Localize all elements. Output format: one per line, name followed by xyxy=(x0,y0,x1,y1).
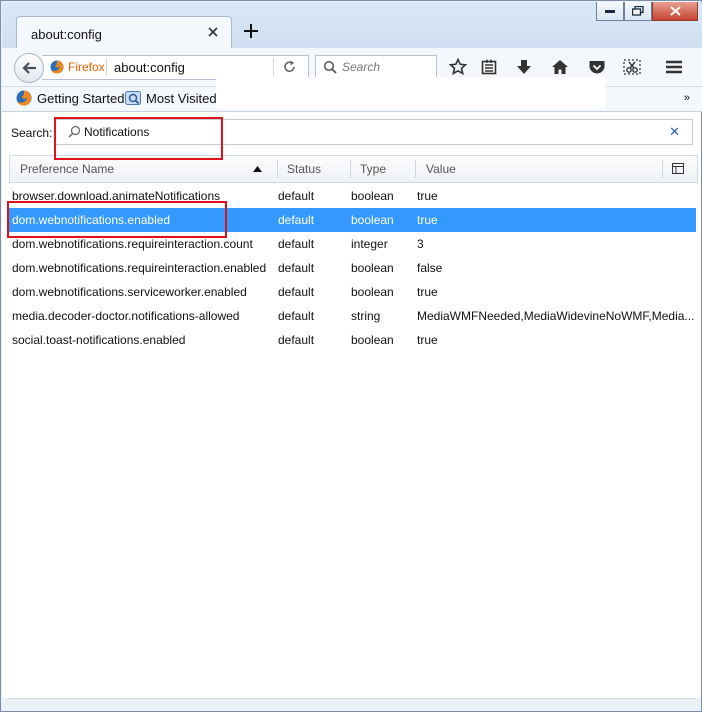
most-visited-icon xyxy=(125,91,141,105)
sort-ascending-icon[interactable] xyxy=(253,166,262,172)
open-menu-button[interactable] xyxy=(664,57,684,77)
search-icon xyxy=(323,60,337,74)
maximize-button[interactable] xyxy=(624,2,652,21)
cell-name: media.decoder-doctor.notifications-allow… xyxy=(12,309,240,323)
downloads-button[interactable] xyxy=(514,57,534,77)
search-label: Search: xyxy=(11,126,53,140)
cell-name: dom.webnotifications.requireinteraction.… xyxy=(12,237,253,251)
cell-status: default xyxy=(278,237,315,251)
cell-status: default xyxy=(278,309,315,323)
home-button[interactable] xyxy=(550,57,570,77)
close-icon xyxy=(669,6,681,16)
table-row[interactable]: dom.webnotifications.serviceworker.enabl… xyxy=(9,280,696,304)
identity-box[interactable]: Firefox xyxy=(50,60,105,74)
bookmarks-list-icon xyxy=(481,59,497,75)
selected-pref-highlight-box xyxy=(7,201,227,238)
cell-status: default xyxy=(278,333,315,347)
cell-value: false xyxy=(417,261,443,275)
bookmarks-empty-area xyxy=(216,77,606,109)
back-button[interactable] xyxy=(14,53,44,83)
tab-title: about:config xyxy=(31,26,102,42)
restore-icon xyxy=(632,6,644,16)
close-window-button[interactable] xyxy=(652,2,698,21)
cell-name: dom.webnotifications.requireinteraction.… xyxy=(12,261,267,275)
scissors-icon xyxy=(623,59,641,75)
table-row[interactable]: media.decoder-doctor.notifications-allow… xyxy=(9,304,696,328)
hamburger-menu-icon xyxy=(666,60,682,74)
bookmark-star-button[interactable] xyxy=(448,57,468,77)
cell-type: boolean xyxy=(351,261,394,275)
bookmark-getting-started[interactable]: Getting Started xyxy=(16,90,124,106)
minimize-icon xyxy=(605,10,615,13)
cell-value: MediaWMFNeeded,MediaWidevineNoWMF,Media.… xyxy=(417,309,695,323)
cell-value: true xyxy=(417,213,438,227)
column-status[interactable]: Status xyxy=(287,162,321,176)
cell-status: default xyxy=(278,189,315,203)
column-type[interactable]: Type xyxy=(360,162,386,176)
close-tab-icon[interactable] xyxy=(207,26,219,38)
back-arrow-icon xyxy=(22,62,36,74)
minimize-button[interactable] xyxy=(596,2,624,21)
clear-filter-icon[interactable]: ✕ xyxy=(669,124,680,140)
column-value[interactable]: Value xyxy=(426,162,456,176)
table-row[interactable]: dom.webnotifications.requireinteraction.… xyxy=(9,256,696,280)
column-divider[interactable] xyxy=(415,160,416,178)
cell-type: boolean xyxy=(351,189,394,203)
identity-label: Firefox xyxy=(68,60,105,74)
table-bottom-border xyxy=(9,698,696,699)
firefox-logo-icon xyxy=(50,60,64,74)
download-arrow-icon xyxy=(517,60,531,74)
cell-status: default xyxy=(278,285,315,299)
cell-name: social.toast-notifications.enabled xyxy=(12,333,186,347)
column-picker-icon[interactable] xyxy=(672,163,684,174)
search-placeholder: Search xyxy=(342,60,381,74)
cell-type: boolean xyxy=(351,285,394,299)
cell-type: boolean xyxy=(351,213,394,227)
cell-value: true xyxy=(417,285,438,299)
column-divider[interactable] xyxy=(277,160,278,178)
pocket-icon xyxy=(589,61,605,74)
browser-window: about:config Firefox about:config Search xyxy=(0,0,702,712)
identity-divider xyxy=(106,58,107,76)
url-text: about:config xyxy=(114,60,185,75)
cell-name: dom.webnotifications.serviceworker.enabl… xyxy=(12,285,247,299)
bookmark-most-visited[interactable]: Most Visited xyxy=(125,90,217,106)
reload-icon[interactable] xyxy=(282,59,298,75)
new-tab-icon[interactable] xyxy=(242,22,260,40)
column-preference-name[interactable]: Preference Name xyxy=(20,162,114,176)
bookmark-label: Getting Started xyxy=(37,90,125,106)
cell-value: 3 xyxy=(417,237,424,251)
bookmarks-toolbar: Getting Started Most Visited » xyxy=(2,77,702,112)
bookmarks-menu-button[interactable] xyxy=(479,57,499,77)
firefox-logo-icon xyxy=(16,90,32,106)
cell-value: true xyxy=(417,333,438,347)
tab-about-config[interactable]: about:config xyxy=(16,16,232,51)
cell-type: integer xyxy=(351,237,388,251)
home-icon xyxy=(552,60,568,74)
table-row[interactable]: social.toast-notifications.enabled defaul… xyxy=(9,328,696,352)
cell-value: true xyxy=(417,189,438,203)
tab-strip: about:config xyxy=(2,2,702,51)
filter-highlight-box xyxy=(54,117,223,160)
cell-type: string xyxy=(351,309,381,323)
star-icon xyxy=(449,58,467,76)
cell-type: boolean xyxy=(351,333,394,347)
bookmark-label: Most Visited xyxy=(146,90,217,106)
url-divider xyxy=(273,58,274,76)
cell-status: default xyxy=(278,261,315,275)
column-divider[interactable] xyxy=(350,160,351,178)
window-controls xyxy=(596,2,698,22)
bookmarks-overflow-chevron[interactable]: » xyxy=(684,92,690,104)
cell-status: default xyxy=(278,213,315,227)
about-config-page: Search: Notifications ✕ Preference Name … xyxy=(2,112,701,699)
column-divider[interactable] xyxy=(662,160,663,178)
pocket-button[interactable] xyxy=(587,57,607,77)
screenshot-button[interactable] xyxy=(622,57,642,77)
